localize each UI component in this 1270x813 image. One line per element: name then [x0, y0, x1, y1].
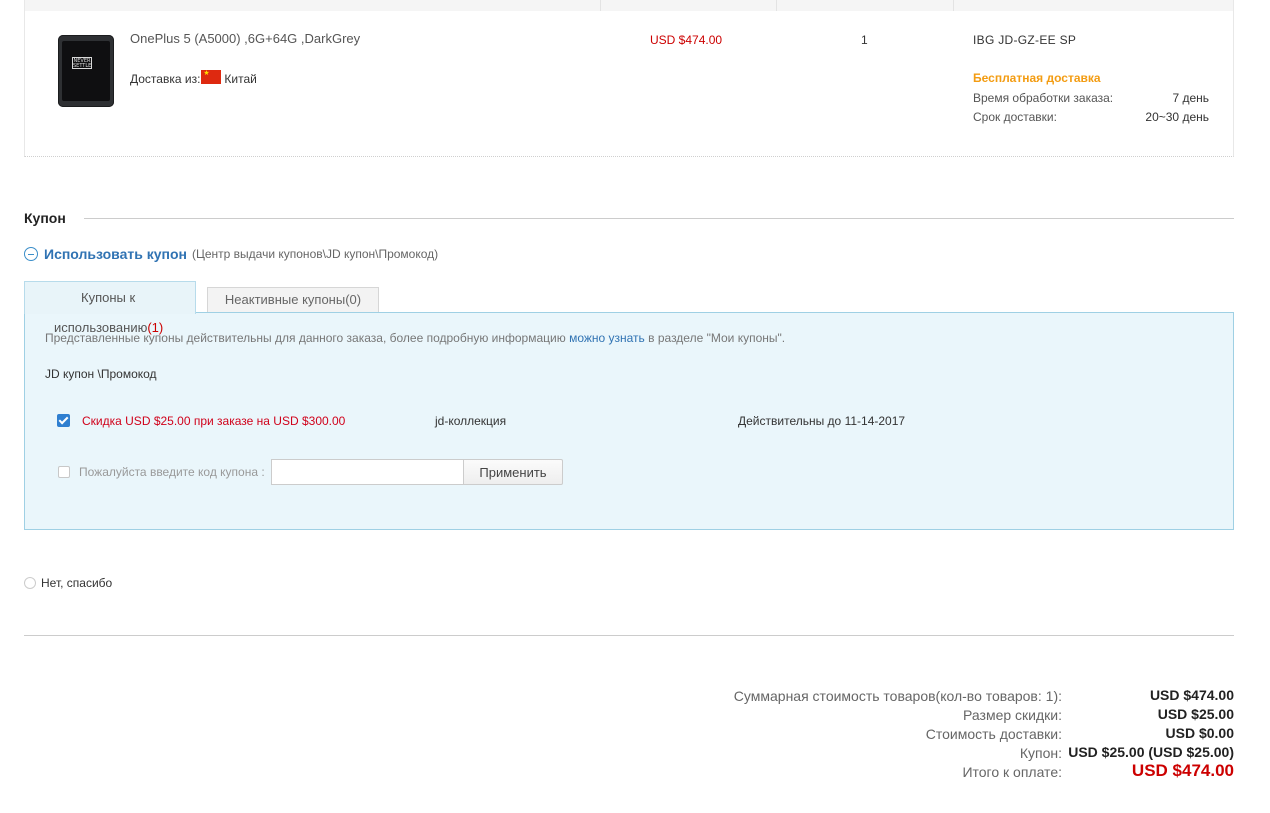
promo-code-label: Пожалуйста введите код купона :: [79, 465, 265, 479]
use-coupon-title[interactable]: Использовать купон: [44, 246, 187, 262]
phone-product-image[interactable]: NEVER SETTLE: [58, 35, 114, 107]
summary-divider: [24, 635, 1234, 636]
coupon-checkbox[interactable]: [57, 414, 70, 427]
summary-coupon-label: Купон:: [1019, 745, 1062, 761]
phone-body: NEVER SETTLE: [58, 35, 114, 107]
coupon-section-title: Купон: [24, 210, 66, 226]
tab-inactive-coupons[interactable]: Неактивные купоны(0): [207, 287, 379, 313]
phone-screen: [62, 41, 110, 101]
tab-available-label-line1: Купоны к: [81, 290, 136, 305]
tab-available-coupons[interactable]: Купоны к использованию(1): [24, 281, 196, 335]
summary-discount-value: USD $25.00: [1157, 706, 1234, 722]
column-separator: [600, 0, 601, 11]
summary-discount-row: Размер скидки: USD $25.00: [634, 706, 1234, 725]
ship-from: Доставка из: Китай: [130, 69, 257, 86]
coupon-validity: Действительны до 11-14-2017: [738, 414, 906, 428]
table-header-strip: [25, 0, 1233, 11]
no-coupon-label[interactable]: Нет, спасибо: [41, 576, 112, 590]
summary-items-row: Суммарная стоимость товаров(кол-во товар…: [634, 687, 1234, 706]
no-coupon-radio[interactable]: [24, 577, 36, 589]
coupon-type: jd-коллекция: [435, 414, 507, 428]
summary-items-label: Суммарная стоимость товаров(кол-во товар…: [733, 688, 1062, 704]
summary-shipping-value: USD $0.00: [1165, 725, 1234, 741]
summary-discount-label: Размер скидки:: [963, 707, 1062, 723]
china-flag-icon: [201, 69, 222, 84]
coupon-group-label: JD купон \Промокод: [45, 367, 157, 381]
coupon-panel: Представленные купоны действительны для …: [24, 312, 1234, 530]
column-separator: [953, 0, 954, 11]
product-name-link[interactable]: OnePlus 5 (A5000) ,6G+64G ,DarkGrey: [130, 31, 360, 46]
collapse-minus-icon[interactable]: [24, 247, 38, 261]
summary-total-label: Итого к оплате:: [962, 764, 1062, 780]
delivery-time-label: Срок доставки:: [973, 110, 1057, 124]
processing-time-label: Время обработки заказа:: [973, 91, 1114, 105]
column-separator: [776, 0, 777, 11]
order-summary: Суммарная стоимость товаров(кол-во товар…: [634, 687, 1234, 782]
ship-from-country: Китай: [224, 72, 257, 86]
order-item-table: NEVER SETTLE OnePlus 5 (A5000) ,6G+64G ,D…: [24, 0, 1234, 157]
delivery-time-value: 20~30 день: [1145, 110, 1209, 124]
processing-time-value: 7 день: [1172, 91, 1209, 105]
summary-shipping-label: Стоимость доставки:: [925, 726, 1062, 742]
seller-name: IBG JD-GZ-EE SP: [973, 33, 1077, 47]
summary-total-row: Итого к оплате: USD $474.00: [634, 761, 1234, 782]
use-coupon-subtitle: (Центр выдачи купонов\JD купон\Промокод): [192, 247, 439, 261]
summary-total-value: USD $474.00: [1131, 761, 1234, 780]
promo-code-input[interactable]: [271, 459, 464, 485]
summary-items-value: USD $474.00: [1149, 687, 1234, 703]
coupon-description: Скидка USD $25.00 при заказе на USD $300…: [82, 414, 346, 428]
phone-logo-badge: NEVER SETTLE: [72, 57, 92, 69]
promo-code-checkbox[interactable]: [58, 466, 70, 478]
summary-shipping-row: Стоимость доставки: USD $0.00: [634, 725, 1234, 744]
available-count: (1): [147, 320, 164, 335]
tab-available-label-line2: использованию(1): [54, 320, 164, 335]
apply-button[interactable]: Применить: [463, 459, 563, 485]
product-quantity: 1: [861, 33, 868, 47]
ship-from-label: Доставка из:: [130, 72, 201, 86]
use-coupon-toggle[interactable]: Использовать купон (Центр выдачи купонов…: [24, 246, 438, 262]
product-price: USD $474.00: [650, 33, 723, 47]
my-coupons-link[interactable]: можно узнать: [569, 331, 645, 345]
free-shipping-label: Бесплатная доставка: [973, 71, 1101, 85]
summary-coupon-value: USD $25.00 (USD $25.00): [1068, 744, 1234, 760]
section-divider: [84, 218, 1234, 219]
